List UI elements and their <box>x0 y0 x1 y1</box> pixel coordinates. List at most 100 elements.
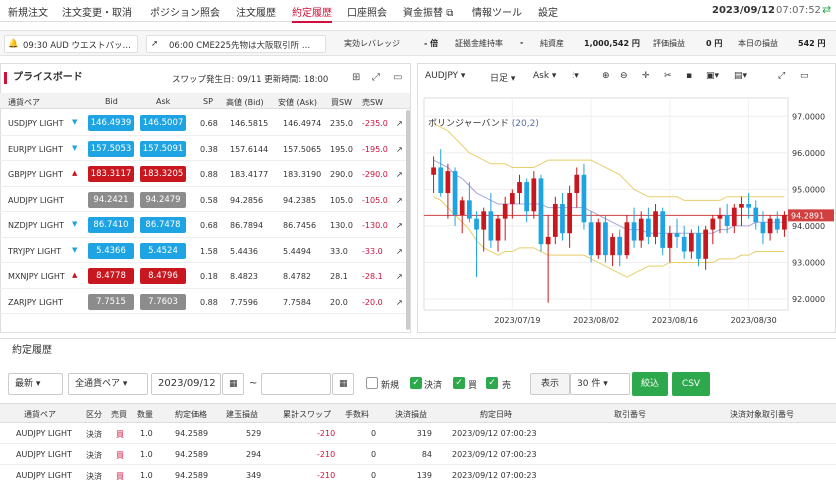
date-separator: ~ <box>249 378 258 389</box>
priceboard-row[interactable]: TRYJPY LIGHT ▼ 5.4366 5.4524 1.58 5.4436 5.449… <box>0 238 410 263</box>
priceboard-header: 通貨ペア Bid Ask SP 高値 (Bid) 安値 (Ask) 買SW 売S… <box>0 93 410 109</box>
candle-body <box>739 204 744 208</box>
save-icon[interactable]: ▪ <box>686 71 692 87</box>
table-row[interactable]: AUDJPY LIGHT 決済 買 1.0 94.2589 294 -210 0 84 2023/… <box>0 445 836 465</box>
table-row[interactable]: AUDJPY LIGHT 決済 買 1.0 94.2589 349 -210 0 139 2023… <box>0 466 836 485</box>
ask-price[interactable]: 183.3205 <box>140 166 186 182</box>
priceboard-scrollbar[interactable] <box>406 110 410 330</box>
nav-info-tools[interactable]: 情報ツール <box>472 4 522 19</box>
scissors-icon[interactable]: ✂ <box>664 71 672 87</box>
nav-account-inquiry[interactable]: 口座照会 <box>347 4 387 19</box>
checkbox-new-label: 新規 <box>381 381 400 391</box>
candle-body <box>631 222 637 241</box>
checkbox-buy[interactable]: ✓ <box>453 377 465 389</box>
col-swap: 累計スワップ <box>283 410 331 419</box>
priceboard-row[interactable]: AUDJPY LIGHT 94.2421 94.2479 0.58 94.2856 94.… <box>0 187 410 212</box>
ask-price[interactable]: 146.5007 <box>140 115 186 131</box>
y-tick-label: 94.0000 <box>792 222 825 231</box>
history-title-bar <box>0 338 836 364</box>
nav-settings[interactable]: 設定 <box>538 4 558 19</box>
sort-select[interactable]: 最新 ▾ <box>8 373 63 395</box>
table-row[interactable]: AUDJPY LIGHT 決済 買 1.0 94.2589 529 -210 0 319 2023… <box>0 424 836 444</box>
clipboard-icon[interactable]: ▤▾ <box>734 71 747 87</box>
arrow-down-icon: ▼ <box>72 118 78 126</box>
ask-price[interactable]: 86.7478 <box>140 217 186 233</box>
high-price: 183.4177 <box>230 170 269 179</box>
priceboard-row[interactable]: MXNJPY LIGHT ▲ 8.4778 8.4796 0.18 8.4823 8.478… <box>0 263 410 289</box>
pair-name: AUDJPY LIGHT <box>16 450 72 459</box>
mini-chart-icon[interactable]: ↗ <box>396 196 403 205</box>
nav-position-inquiry[interactable]: ポジション照会 <box>150 4 220 19</box>
checkbox-new[interactable] <box>366 377 378 389</box>
bid-price[interactable]: 157.5053 <box>88 140 134 157</box>
priceboard-row[interactable]: NZDJPY LIGHT ▼ 86.7410 86.7478 0.68 86.7894 86… <box>0 212 410 238</box>
checkbox-settle[interactable]: ✓ <box>410 377 422 389</box>
candle-body <box>617 236 623 256</box>
mini-chart-icon[interactable]: ↗ <box>396 272 403 281</box>
col-pair: 通貨ペア <box>8 98 40 107</box>
buy-swap: 235.0 <box>330 119 353 128</box>
ask-price[interactable]: 7.7603 <box>140 293 186 310</box>
nav-new-order[interactable]: 新規注文 <box>8 4 48 19</box>
bid-price[interactable]: 8.4778 <box>88 268 134 284</box>
bid-price[interactable]: 94.2421 <box>88 191 134 208</box>
x-tick-label: 2023/07/19 <box>494 316 540 325</box>
chart-monitor-icon[interactable]: ▭ <box>800 71 809 87</box>
mini-chart-icon[interactable]: ↗ <box>396 145 403 154</box>
side-select[interactable]: Ask ▾ <box>533 71 556 87</box>
nav-fund-transfer[interactable]: 資金振替 ⧉ <box>403 4 453 19</box>
price-chart[interactable]: 97.0000 96.0000 95.0000 94.0000 93.0000 92.00… <box>420 96 834 332</box>
nav-execution-history[interactable]: 約定履歴 <box>292 4 332 23</box>
top-navigation: 新規注文 注文変更・取消 ポジション照会 注文履歴 約定履歴 口座照会 資金振替… <box>0 0 836 23</box>
expand-icon[interactable]: ⤢ <box>372 72 380 83</box>
news-text: 09:30 AUD ウエストパッ… <box>23 41 131 51</box>
date-from-input[interactable]: 2023/09/12 <box>151 373 221 395</box>
net-assets-label: 純資産 <box>540 39 564 48</box>
chart-type-icon[interactable]: ⫶▾ <box>572 71 579 87</box>
remove-indicator-icon[interactable]: ⊖ <box>620 71 628 87</box>
y-tick-label: 97.0000 <box>792 112 825 121</box>
grid-icon[interactable]: ⊞ <box>352 72 360 83</box>
bid-price[interactable]: 183.3117 <box>88 166 134 182</box>
date-to-input[interactable] <box>261 373 331 395</box>
mini-chart-icon[interactable]: ↗ <box>396 298 403 307</box>
nav-order-modify[interactable]: 注文変更・取消 <box>62 4 132 19</box>
checkbox-sell[interactable]: ✓ <box>486 377 498 389</box>
ask-price[interactable]: 157.5091 <box>140 140 186 157</box>
priceboard-row[interactable]: GBPJPY LIGHT ▲ 183.3117 183.3205 0.88 183.417… <box>0 161 410 187</box>
mini-chart-icon[interactable]: ↗ <box>396 221 403 230</box>
filter-button[interactable]: 絞込 <box>632 372 668 396</box>
bid-price[interactable]: 146.4939 <box>88 115 134 131</box>
news-ticker-2[interactable]: ➚ 06:00 CME225先物は大阪取引所 … <box>146 35 326 53</box>
ask-price[interactable]: 8.4796 <box>140 268 186 284</box>
mini-chart-icon[interactable]: ↗ <box>396 119 403 128</box>
swap-arrows-icon[interactable]: ⇄ <box>822 3 831 16</box>
mini-chart-icon[interactable]: ↗ <box>396 170 403 179</box>
calendar-icon[interactable]: ▦ <box>222 373 244 395</box>
nav-order-history[interactable]: 注文履歴 <box>236 4 276 19</box>
bid-price[interactable]: 86.7410 <box>88 217 134 233</box>
priceboard-row[interactable]: ZARJPY LIGHT 7.7515 7.7603 0.88 7.7596 7.7584… <box>0 289 410 314</box>
priceboard-row[interactable]: USDJPY LIGHT ▼ 146.4939 146.5007 0.68 146.581… <box>0 110 410 136</box>
symbol-select[interactable]: AUDJPY ▾ <box>425 71 465 87</box>
news-text: 06:00 CME225先物は大阪取引所 … <box>169 41 311 51</box>
monitor-icon[interactable]: ▭ <box>393 72 402 83</box>
crosshair-icon[interactable]: ✛ <box>642 71 650 87</box>
bid-price[interactable]: 5.4366 <box>88 242 134 259</box>
leverage-label: 実効レバレッジ <box>344 39 400 48</box>
add-indicator-icon[interactable]: ⊕ <box>602 71 610 87</box>
chart-expand-icon[interactable]: ⤢ <box>778 71 785 87</box>
priceboard-row[interactable]: EURJPY LIGHT ▼ 157.5053 157.5091 0.38 157.614… <box>0 136 410 161</box>
bid-price[interactable]: 7.7515 <box>88 293 134 310</box>
mini-chart-icon[interactable]: ↗ <box>396 247 403 256</box>
csv-button[interactable]: CSV <box>672 372 710 396</box>
ask-price[interactable]: 5.4524 <box>140 242 186 259</box>
sell-swap: -28.1 <box>362 272 383 281</box>
calendar-icon[interactable]: ▦ <box>332 373 354 395</box>
pair-filter-select[interactable]: 全通貨ペア ▾ <box>68 373 148 395</box>
display-count-select[interactable]: 30 件 ▾ <box>570 373 630 395</box>
draw-tool-icon[interactable]: ▣▾ <box>706 71 719 87</box>
timeframe-select[interactable]: 日足 ▾ <box>490 71 515 87</box>
news-ticker-1[interactable]: 🔔 09:30 AUD ウエストパッ… <box>4 35 138 53</box>
ask-price[interactable]: 94.2479 <box>140 191 186 208</box>
